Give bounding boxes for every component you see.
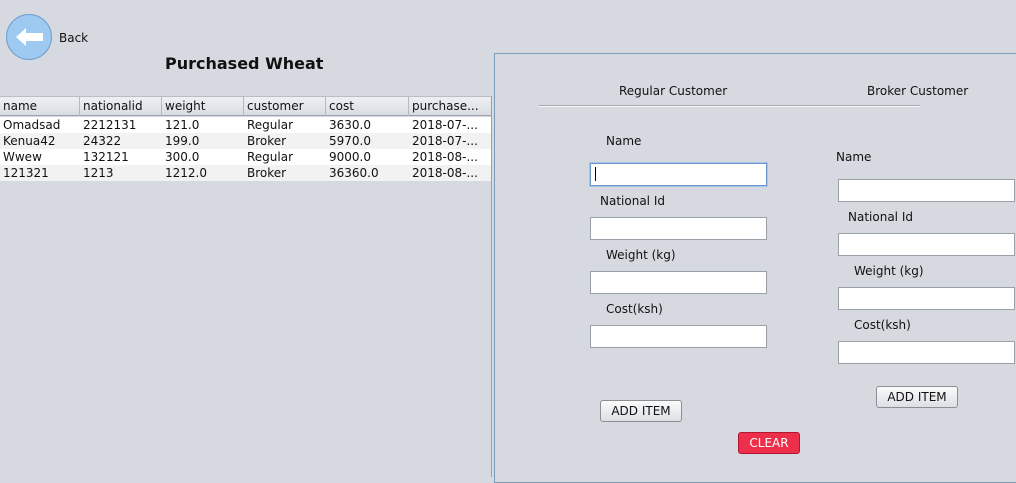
regular-name-label: Name [606, 134, 642, 148]
cell-cost: 36360.0 [329, 166, 379, 180]
page-title: Purchased Wheat [165, 54, 324, 73]
broker-nationalid-label: National Id [848, 210, 913, 224]
cell-weight: 300.0 [165, 150, 200, 164]
regular-nationalid-label: National Id [600, 194, 665, 208]
table-row[interactable]: 121321 1213 1212.0 Broker 36360.0 2018-0… [0, 165, 491, 181]
purchases-table[interactable]: name nationalid weight customer cost pur… [0, 96, 492, 477]
cell-nationalid: 24322 [83, 134, 122, 148]
cell-customer: Regular [247, 150, 294, 164]
cell-purchase-date: 2018-07-... [412, 118, 478, 132]
cell-purchase-date: 2018-08-... [412, 166, 478, 180]
table-row[interactable]: Omadsad 2212131 121.0 Regular 3630.0 201… [0, 117, 491, 133]
cell-purchase-date: 2018-08-... [412, 150, 478, 164]
column-header-name[interactable]: name [0, 97, 80, 116]
column-header-weight[interactable]: weight [162, 97, 244, 116]
broker-cost-input[interactable] [838, 341, 1015, 364]
regular-weight-label: Weight (kg) [606, 248, 676, 262]
cell-cost: 9000.0 [329, 150, 371, 164]
column-header-customer[interactable]: customer [244, 97, 326, 116]
cell-cost: 5970.0 [329, 134, 371, 148]
column-header-purchase-date[interactable]: purchase... [409, 97, 491, 116]
clear-button[interactable]: CLEAR [738, 432, 800, 454]
cell-name: 121321 [3, 166, 49, 180]
cell-purchase-date: 2018-07-... [412, 134, 478, 148]
regular-weight-input[interactable] [590, 271, 767, 294]
broker-name-label: Name [836, 150, 872, 164]
cell-customer: Broker [247, 134, 287, 148]
back-label[interactable]: Back [59, 31, 88, 45]
cell-cost: 3630.0 [329, 118, 371, 132]
cell-weight: 199.0 [165, 134, 200, 148]
regular-name-input[interactable] [590, 163, 767, 186]
cell-weight: 1212.0 [165, 166, 207, 180]
cell-nationalid: 2212131 [83, 118, 137, 132]
header-divider [539, 105, 920, 107]
table-row[interactable]: Wwew 132121 300.0 Regular 9000.0 2018-08… [0, 149, 491, 165]
regular-add-item-button[interactable]: ADD ITEM [600, 400, 682, 422]
broker-name-input[interactable] [838, 179, 1015, 202]
cell-nationalid: 1213 [83, 166, 114, 180]
add-purchase-panel [494, 53, 1016, 483]
cell-customer: Regular [247, 118, 294, 132]
cell-customer: Broker [247, 166, 287, 180]
arrow-left-icon [16, 28, 43, 46]
back-button[interactable] [6, 14, 52, 60]
broker-weight-input[interactable] [838, 287, 1015, 310]
regular-cost-label: Cost(ksh) [606, 302, 663, 316]
broker-add-item-button[interactable]: ADD ITEM [876, 386, 958, 408]
cell-name: Kenua42 [3, 134, 56, 148]
broker-nationalid-input[interactable] [838, 233, 1015, 256]
cell-name: Omadsad [3, 118, 61, 132]
regular-cost-input[interactable] [590, 325, 767, 348]
regular-customer-header: Regular Customer [619, 84, 728, 98]
regular-nationalid-input[interactable] [590, 217, 767, 240]
column-header-cost[interactable]: cost [326, 97, 409, 116]
column-header-nationalid[interactable]: nationalid [80, 97, 162, 116]
cell-weight: 121.0 [165, 118, 200, 132]
text-cursor [595, 167, 596, 181]
cell-name: Wwew [3, 150, 42, 164]
broker-weight-label: Weight (kg) [854, 264, 924, 278]
broker-customer-header: Broker Customer [867, 84, 969, 98]
table-header: name nationalid weight customer cost pur… [0, 96, 491, 116]
table-row[interactable]: Kenua42 24322 199.0 Broker 5970.0 2018-0… [0, 133, 491, 149]
broker-cost-label: Cost(ksh) [854, 318, 911, 332]
cell-nationalid: 132121 [83, 150, 129, 164]
